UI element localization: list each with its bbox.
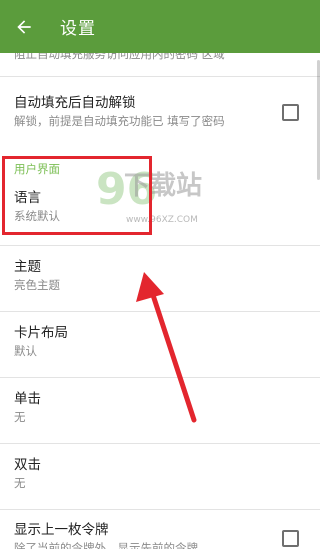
row-title: 主题 — [14, 259, 41, 275]
settings-row-card-layout[interactable]: 卡片布局 默认 — [0, 324, 320, 364]
settings-row-show-previous[interactable]: 显示上一枚令牌 除了当前的令牌外，显示先前的令牌 — [0, 521, 320, 549]
row-summary: 无 — [14, 410, 26, 424]
row-summary: 亮色主题 — [14, 278, 60, 292]
settings-row-autofill-unlock[interactable]: 自动填充后自动解锁 解锁，前提是自动填充功能已 填写了密码 — [0, 94, 320, 134]
settings-row-double-tap[interactable]: 双击 无 — [0, 456, 320, 496]
settings-row-single-tap[interactable]: 单击 无 — [0, 390, 320, 430]
row-summary: 解锁，前提是自动填充功能已 填写了密码 — [14, 114, 225, 128]
divider — [0, 377, 320, 378]
divider — [0, 76, 320, 77]
page-title: 设置 — [60, 19, 96, 39]
row-title: 语言 — [14, 190, 41, 206]
checkbox[interactable] — [282, 530, 299, 547]
row-summary: 默认 — [14, 344, 37, 358]
divider — [0, 311, 320, 312]
divider — [0, 509, 320, 510]
settings-screen: 阻止自动填充服务访问应用内的密码 区域 自动填充后自动解锁 解锁，前提是自动填充… — [0, 0, 320, 549]
checkbox[interactable] — [282, 104, 299, 121]
settings-list[interactable]: 阻止自动填充服务访问应用内的密码 区域 自动填充后自动解锁 解锁，前提是自动填充… — [0, 0, 320, 549]
section-header-ui: 用户界面 — [14, 162, 60, 176]
arrow-back-icon — [17, 19, 31, 34]
row-summary: 除了当前的令牌外，显示先前的令牌 — [14, 541, 198, 549]
row-title: 显示上一枚令牌 — [14, 522, 109, 538]
row-summary: 无 — [14, 476, 26, 490]
app-bar: 设置 — [0, 0, 320, 53]
divider — [0, 443, 320, 444]
settings-row-language[interactable]: 语言 系统默认 — [0, 189, 320, 229]
row-title: 自动填充后自动解锁 — [14, 95, 136, 111]
row-title: 卡片布局 — [14, 325, 68, 341]
row-title: 单击 — [14, 391, 41, 407]
settings-row-theme[interactable]: 主题 亮色主题 — [0, 258, 320, 298]
row-summary: 系统默认 — [14, 209, 60, 223]
row-title: 双击 — [14, 457, 41, 473]
back-button[interactable] — [10, 13, 38, 41]
divider — [0, 245, 320, 246]
